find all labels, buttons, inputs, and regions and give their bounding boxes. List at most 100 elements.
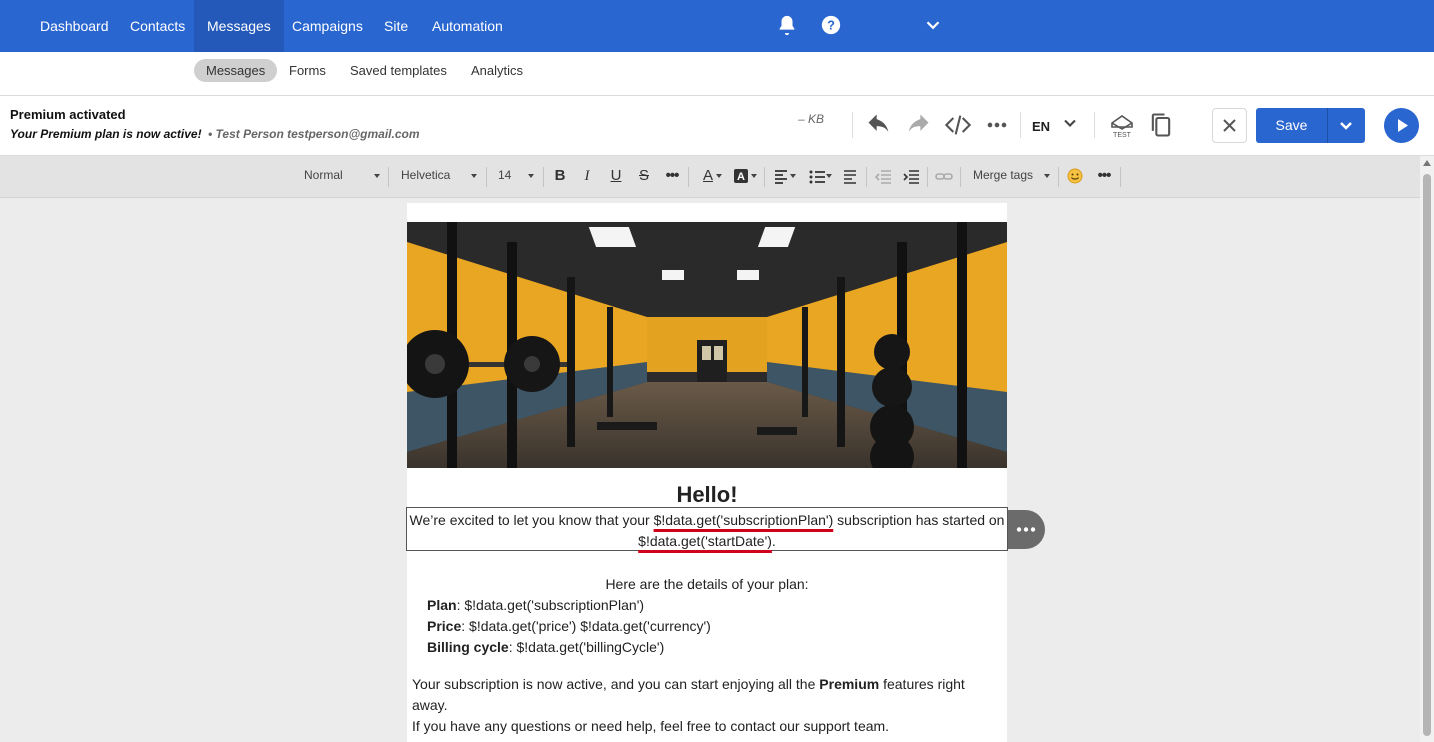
divider [1058, 167, 1059, 187]
redo-icon[interactable] [904, 111, 932, 139]
divider [764, 167, 765, 187]
divider [1020, 112, 1021, 138]
svg-text:?: ? [827, 18, 835, 33]
greeting-heading[interactable]: Hello! [407, 482, 1007, 508]
link-icon[interactable] [933, 165, 955, 187]
block-style-select[interactable]: Normal [304, 168, 343, 182]
intro-paragraph[interactable]: We’re excited to let you know that your … [409, 510, 1005, 552]
underline-icon[interactable]: U [605, 165, 627, 187]
send-button[interactable] [1384, 108, 1419, 143]
close-icon [1223, 119, 1236, 132]
chevron-down-icon [1044, 174, 1050, 178]
more-icon[interactable]: ••• [1093, 165, 1115, 187]
indent-icon[interactable] [900, 165, 922, 187]
divider [688, 167, 689, 187]
code-icon[interactable] [944, 111, 972, 139]
divider [486, 167, 487, 187]
message-sender[interactable]: • Test Person testperson@gmail.com [208, 127, 420, 141]
sub-navigation: Messages Forms Saved templates Analytics [0, 52, 1434, 96]
font-family-select[interactable]: Helvetica [401, 168, 450, 182]
chevron-down-icon [374, 174, 380, 178]
scroll-up-arrow-icon[interactable] [1423, 160, 1431, 166]
chevron-down-icon [716, 174, 722, 178]
top-navigation: Dashboard Contacts Messages Campaigns Si… [0, 0, 1434, 52]
font-size-select[interactable]: 14 [498, 168, 511, 182]
chevron-down-icon[interactable] [922, 14, 946, 38]
divider [1120, 167, 1121, 187]
close-button[interactable] [1212, 108, 1247, 143]
copy-icon[interactable] [1147, 111, 1175, 139]
merge-tag-subscription-plan[interactable]: $!data.get('subscriptionPlan') [654, 512, 834, 528]
language-selector[interactable]: EN [1032, 119, 1050, 134]
hero-image[interactable] [407, 222, 1007, 468]
message-size: – KB [798, 112, 825, 126]
bold-icon[interactable]: B [549, 165, 571, 187]
divider [543, 167, 544, 187]
more-icon [1016, 527, 1036, 532]
detail-label: Billing cycle [427, 639, 509, 655]
message-name[interactable]: Premium activated [10, 107, 126, 122]
detail-value: : $!data.get('price') $!data.get('curren… [461, 618, 711, 634]
block-options-button[interactable] [1008, 510, 1045, 549]
nav-campaigns[interactable]: Campaigns [279, 0, 376, 52]
chevron-down-icon [528, 174, 534, 178]
subnav-forms[interactable]: Forms [277, 59, 338, 82]
divider [1094, 112, 1095, 138]
format-toolbar: Normal Helvetica 14 B I U S ••• A A Merg… [0, 156, 1420, 198]
bell-icon[interactable] [776, 14, 800, 38]
message-subject[interactable]: Your Premium plan is now active! [10, 127, 202, 141]
strikethrough-icon[interactable]: S [633, 165, 655, 187]
subnav-messages[interactable]: Messages [194, 59, 278, 82]
chevron-down-icon [1340, 122, 1352, 130]
body-text: Your subscription is now active, and you… [412, 676, 820, 692]
list-icon[interactable] [806, 165, 828, 187]
nav-contacts[interactable]: Contacts [117, 0, 198, 52]
divider [388, 167, 389, 187]
nav-dashboard[interactable]: Dashboard [27, 0, 122, 52]
vertical-scrollbar[interactable] [1420, 156, 1434, 742]
body-paragraph[interactable]: Your subscription is now active, and you… [412, 674, 997, 737]
merge-tags-select[interactable]: Merge tags [973, 168, 1033, 182]
chevron-down-icon [826, 174, 832, 178]
editor-header: Premium activated Your Premium plan is n… [0, 96, 1434, 156]
more-icon[interactable] [983, 111, 1011, 139]
save-options-button[interactable] [1327, 108, 1365, 143]
intro-text: . [771, 533, 776, 549]
gym-photo [407, 222, 1007, 468]
divider [866, 167, 867, 187]
chevron-down-icon [751, 174, 757, 178]
chevron-down-icon [471, 174, 477, 178]
detail-label: Price [427, 618, 462, 634]
italic-icon[interactable]: I [576, 165, 598, 187]
test-email-icon[interactable]: TEST [1108, 111, 1136, 139]
undo-icon[interactable] [865, 111, 893, 139]
detail-price[interactable]: Price: $!data.get('price') $!data.get('c… [427, 618, 711, 634]
merge-tag-start-date[interactable]: $!data.get('startDate') [638, 533, 772, 549]
outdent-icon[interactable] [872, 165, 894, 187]
nav-site[interactable]: Site [371, 0, 421, 52]
details-intro[interactable]: Here are the details of your plan: [407, 576, 1007, 592]
help-icon[interactable]: ? [820, 14, 844, 38]
divider [927, 167, 928, 187]
subnav-saved-templates[interactable]: Saved templates [338, 59, 459, 82]
detail-plan[interactable]: Plan: $!data.get('subscriptionPlan') [427, 597, 644, 613]
detail-value: : $!data.get('subscriptionPlan') [456, 597, 645, 613]
intro-text: subscription has started on [833, 512, 1005, 528]
support-text: If you have any questions or need help, … [412, 718, 890, 734]
nav-automation[interactable]: Automation [419, 0, 516, 52]
save-button[interactable]: Save [1256, 108, 1327, 143]
emoji-icon[interactable] [1064, 165, 1086, 187]
play-icon [1398, 119, 1408, 132]
more-icon[interactable]: ••• [661, 165, 683, 187]
detail-label: Plan [427, 597, 457, 613]
subnav-analytics[interactable]: Analytics [459, 59, 535, 82]
nav-messages[interactable]: Messages [194, 0, 284, 52]
svg-text:TEST: TEST [1113, 132, 1132, 139]
scroll-thumb[interactable] [1423, 174, 1431, 736]
chevron-down-icon[interactable] [1060, 113, 1080, 133]
body-bold-text: Premium [819, 676, 880, 692]
detail-billing-cycle[interactable]: Billing cycle: $!data.get('billingCycle'… [427, 639, 664, 655]
highlight-icon[interactable]: A [731, 165, 753, 187]
email-body[interactable]: Hello! We’re excited to let you know tha… [406, 203, 1008, 742]
line-height-icon[interactable] [839, 165, 861, 187]
